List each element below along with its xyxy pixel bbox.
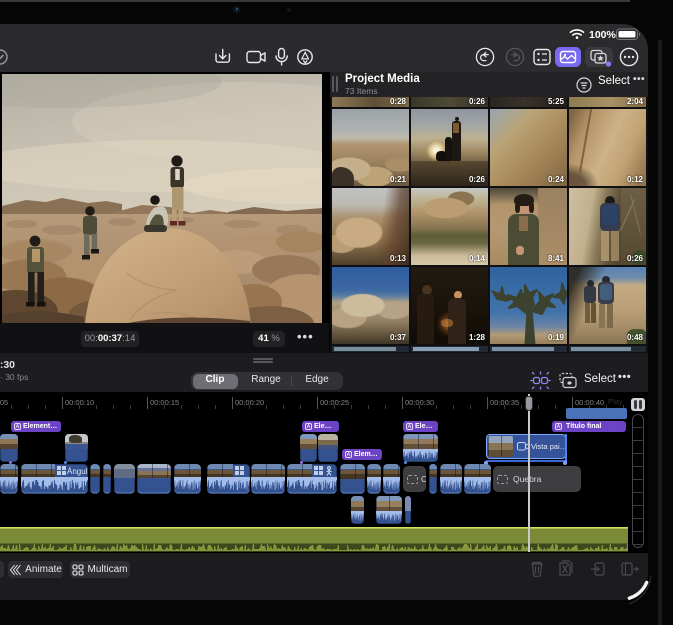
svg-text:100%: 100% — [589, 29, 617, 41]
svg-text:Play: Play — [608, 397, 623, 406]
svg-text:00:00:05: 00:00:05 — [0, 398, 8, 407]
